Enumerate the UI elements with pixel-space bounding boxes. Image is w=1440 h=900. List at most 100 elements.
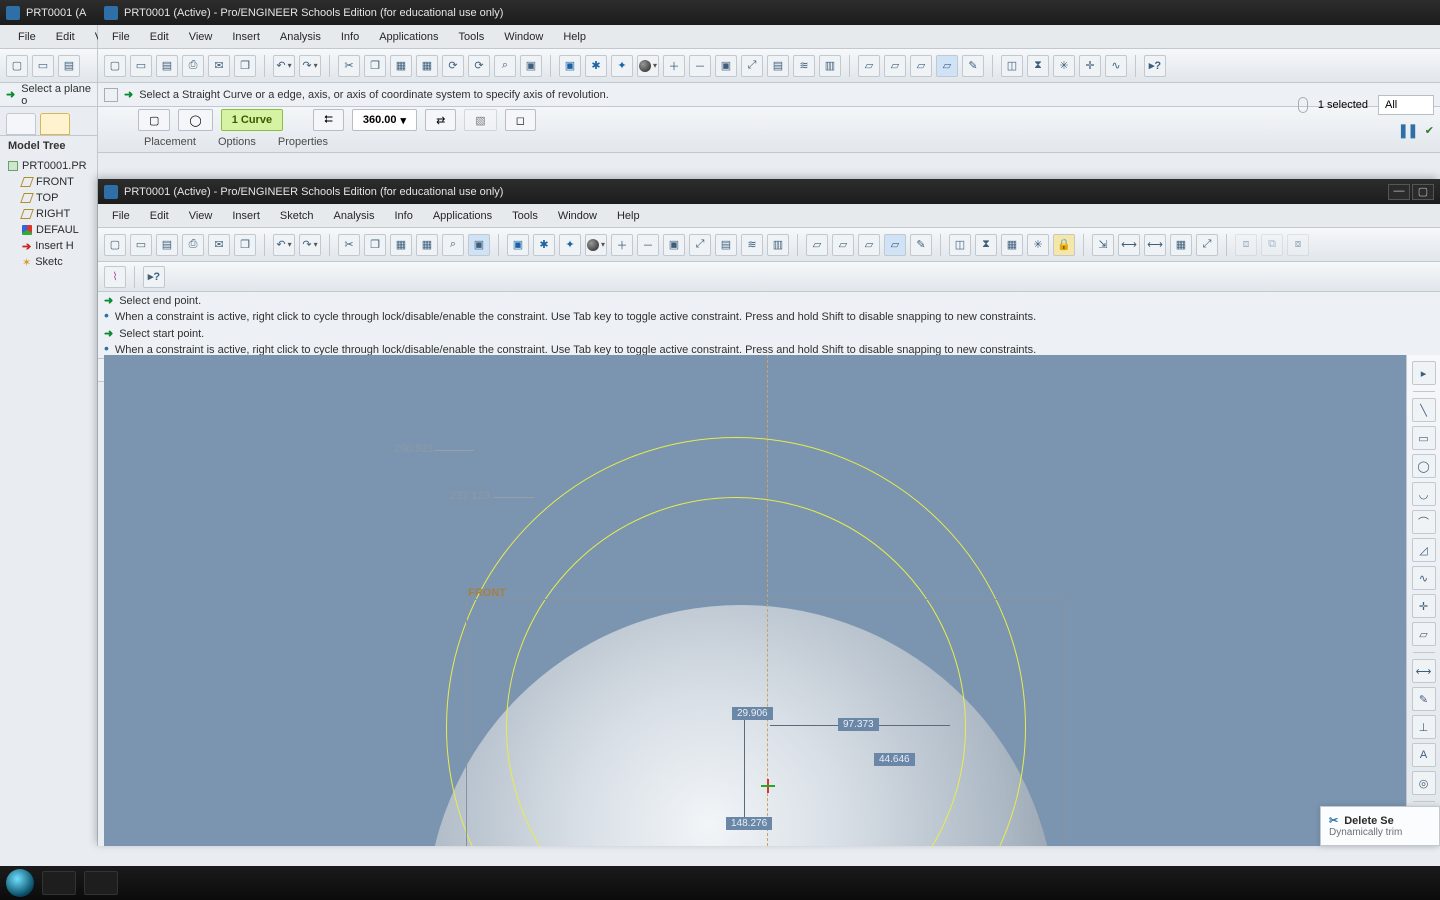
use-edge-tool-icon[interactable]: ▱ [1412,622,1436,646]
zoom-out-icon[interactable]: － [637,234,659,256]
menu-edit[interactable]: Edit [46,29,85,45]
dim-tag[interactable]: 148.276 [726,817,772,830]
menu-analysis[interactable]: Analysis [324,208,385,224]
open-icon[interactable]: ▭ [130,234,152,256]
find-icon[interactable]: ⌕ [442,234,464,256]
menu-sketch[interactable]: Sketch [270,208,324,224]
angle-type[interactable]: ⮄ [313,109,344,131]
regen-mgr-icon[interactable]: ⟳ [468,55,490,77]
menu-info[interactable]: Info [384,208,422,224]
paste-icon[interactable]: ▦ [390,234,412,256]
shaded-icon[interactable]: ▱ [884,234,906,256]
menu-info[interactable]: Info [331,29,369,45]
paste-special-icon[interactable]: ▦ [416,234,438,256]
sk-2-icon[interactable]: ⟷ [1118,234,1140,256]
minimize-icon[interactable]: — [1388,184,1410,200]
zoom-fit-icon[interactable]: ▣ [663,234,685,256]
copy-icon[interactable]: ❐ [364,55,386,77]
sk-4-icon[interactable]: ▦ [1170,234,1192,256]
new-icon[interactable]: ▢ [104,55,126,77]
revolve-angle-input[interactable]: 360.00 ▾ [352,109,417,131]
orient-icon[interactable]: ✦ [611,55,633,77]
copy2-icon[interactable]: ❐ [234,234,256,256]
dim-toggle-icon[interactable]: ◫ [949,234,971,256]
point-tool-icon[interactable]: ✛ [1412,594,1436,618]
undo-icon[interactable]: ↶ [273,234,295,256]
new-icon[interactable]: ▢ [6,55,28,77]
chamfer-tool-icon[interactable]: ◿ [1412,538,1436,562]
layers-icon[interactable]: ≋ [793,55,815,77]
undo-icon[interactable]: ↶ [273,55,295,77]
tree-root[interactable]: PRT0001.PR [8,158,93,174]
regenerate-icon[interactable]: ⟳ [442,55,464,77]
constr-toggle-icon[interactable]: ⧗ [975,234,997,256]
menu-file[interactable]: File [102,29,140,45]
menu-view[interactable]: View [179,208,223,224]
view-mgr-icon[interactable]: ▥ [819,55,841,77]
dtm-curve-toggle-icon[interactable]: ∿ [1105,55,1127,77]
tree-item-sketch[interactable]: ✶Sketc [8,254,93,270]
task-item[interactable] [42,871,76,895]
remove-material-icon[interactable]: ◻ [505,109,536,131]
surface-toggle[interactable]: ◯ [178,109,212,131]
graphics-area[interactable]: 290.921 237.123 FRONT 29.906 97.373 44.6… [104,355,1406,846]
mail-icon[interactable]: ✉ [208,234,230,256]
axis-collector[interactable]: 1 Curve [221,109,283,131]
dim-tag[interactable]: 29.906 [732,707,773,720]
menu-insert[interactable]: Insert [222,208,270,224]
text-tool-icon[interactable]: A [1412,743,1436,767]
copy2-icon[interactable]: ❐ [234,55,256,77]
refit-icon[interactable]: ⤢ [689,234,711,256]
nav-tab-2[interactable] [40,113,70,135]
sk-6-icon[interactable]: ⧈ [1235,234,1257,256]
zoom-fit-icon[interactable]: ▣ [715,55,737,77]
tree-item-top[interactable]: TOP [8,190,93,206]
annot-icon[interactable]: ✎ [962,55,984,77]
sk-7-icon[interactable]: ⧉ [1261,234,1283,256]
zoom-out-icon[interactable]: － [689,55,711,77]
maximize-icon[interactable]: ▢ [1412,184,1434,200]
menu-tools[interactable]: Tools [449,29,495,45]
view-mgr-icon[interactable]: ▥ [767,234,789,256]
no-hidden-icon[interactable]: ▱ [858,234,880,256]
datum-plane-icon[interactable]: ▱ [858,55,880,77]
modify-dim-icon[interactable]: ✎ [1412,687,1436,711]
nav-tab-1[interactable] [6,113,36,135]
pause-icon[interactable]: ❚❚ [1397,122,1416,139]
tree-item-right[interactable]: RIGHT [8,206,93,222]
datum-csys-icon[interactable]: ▱ [936,55,958,77]
front-menu-bar[interactable]: File Edit View Insert Sketch Analysis In… [98,204,1440,228]
navigator-tabs[interactable] [0,107,97,135]
delete-segment-popup[interactable]: Delete Se Dynamically trim [1320,806,1440,846]
saved-view-icon[interactable]: ▤ [715,234,737,256]
shade-mode-icon[interactable] [637,55,659,77]
dim-tag[interactable]: 44.646 [874,753,915,766]
task-item[interactable] [84,871,118,895]
dashboard-tabs[interactable]: Placement Options Properties [138,134,1400,150]
flip-icon[interactable]: ⇄ [425,109,456,131]
sk-8-icon[interactable]: ⧇ [1287,234,1309,256]
menu-applications[interactable]: Applications [423,208,502,224]
datum-point-icon[interactable]: ▱ [910,55,932,77]
windows-taskbar[interactable] [0,866,1440,900]
rectangle-tool-icon[interactable]: ▭ [1412,426,1436,450]
mail-icon[interactable]: ✉ [208,55,230,77]
dtm-csys-toggle-icon[interactable]: ✛ [1079,55,1101,77]
zoom-in-icon[interactable]: ＋ [611,234,633,256]
menu-file[interactable]: File [102,208,140,224]
open-icon[interactable]: ▭ [32,55,54,77]
constraint-tool-icon[interactable]: ⊥ [1412,715,1436,739]
menu-analysis[interactable]: Analysis [270,29,331,45]
context-help-icon[interactable]: ▸? [1144,55,1166,77]
save-icon[interactable]: ▤ [156,55,178,77]
cut-icon[interactable]: ✂ [338,234,360,256]
open-icon[interactable]: ▭ [130,55,152,77]
shade-mode-icon[interactable] [585,234,607,256]
repaint-icon[interactable]: ▣ [507,234,529,256]
menu-view[interactable]: View [179,29,223,45]
paste-icon[interactable]: ▦ [390,55,412,77]
menu-help[interactable]: Help [553,29,596,45]
sel-box-icon[interactable]: ▣ [468,234,490,256]
start-orb-icon[interactable] [6,869,34,897]
menu-edit[interactable]: Edit [140,208,179,224]
